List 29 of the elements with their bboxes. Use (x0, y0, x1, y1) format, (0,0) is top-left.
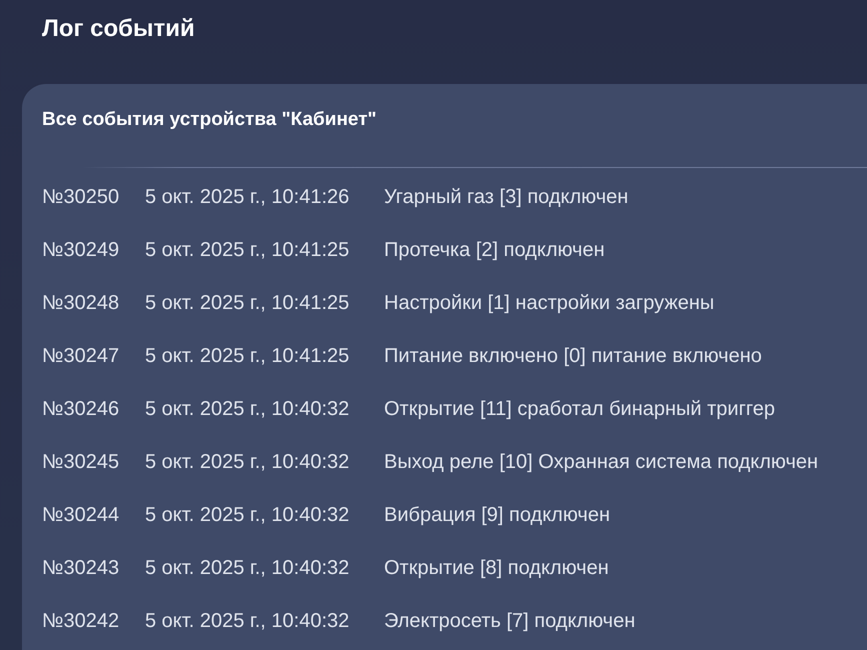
event-description: Электросеть [7] подключен (384, 608, 636, 632)
event-datetime: 5 окт. 2025 г., 10:41:25 (145, 238, 350, 262)
event-number: №30244 (42, 502, 120, 526)
event-number: №30243 (42, 556, 120, 580)
event-datetime: 5 окт. 2025 г., 10:40:32 (145, 396, 350, 420)
event-number: №30246 (42, 396, 120, 420)
event-number: №30245 (42, 450, 120, 474)
event-number: №30248 (42, 290, 120, 314)
event-datetime: 5 окт. 2025 г., 10:40:32 (145, 502, 350, 526)
event-number: №30247 (42, 344, 120, 368)
event-description: Протечка [2] подключен (384, 238, 605, 262)
event-datetime: 5 окт. 2025 г., 10:40:32 (145, 608, 350, 632)
event-number: №30250 (42, 184, 120, 208)
event-description: Открытие [8] подключен (384, 556, 609, 580)
event-datetime: 5 окт. 2025 г., 10:41:26 (145, 184, 350, 208)
event-datetime: 5 окт. 2025 г., 10:41:25 (145, 290, 350, 314)
card-title: Все события устройства "Кабинет" (42, 109, 377, 131)
event-description: Угарный газ [3] подключен (384, 184, 628, 208)
event-datetime: 5 окт. 2025 г., 10:40:32 (145, 556, 350, 580)
event-description: Настройки [1] настройки загружены (384, 290, 714, 314)
event-datetime: 5 окт. 2025 г., 10:40:32 (145, 450, 350, 474)
event-number: №30242 (42, 608, 120, 632)
event-number: №30249 (42, 238, 120, 262)
page-title: Лог событий (42, 14, 195, 44)
event-description: Открытие [11] сработал бинарный триггер (384, 396, 775, 420)
event-description: Выход реле [10] Охранная система подключен (384, 450, 818, 474)
event-description: Питание включено [0] питание включено (384, 344, 762, 368)
event-description: Вибрация [9] подключен (384, 502, 610, 526)
event-datetime: 5 окт. 2025 г., 10:41:25 (145, 344, 350, 368)
